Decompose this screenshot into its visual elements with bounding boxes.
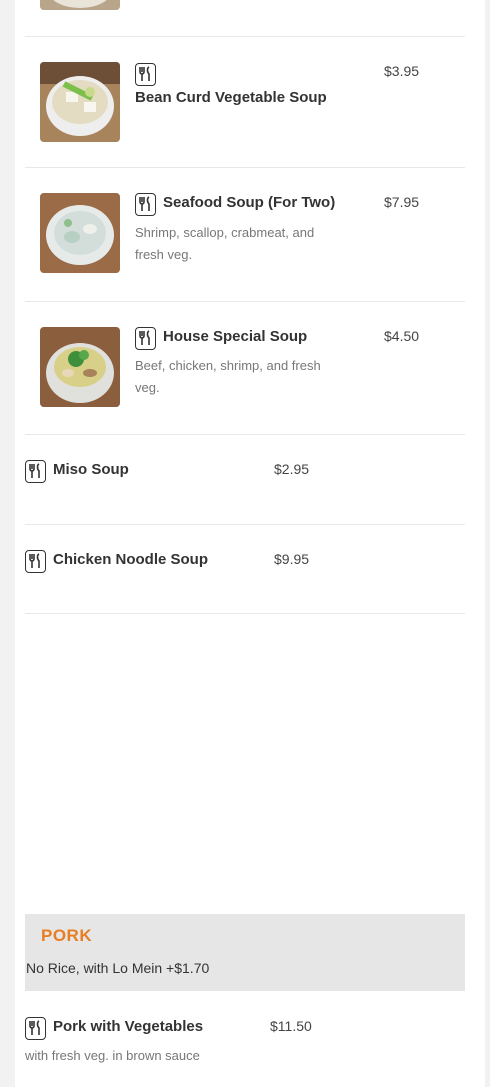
seafood-soup-photo[interactable] — [40, 193, 120, 273]
menu-item-price: $3.95 — [384, 63, 420, 79]
menu-item-name: House Special Soup — [163, 328, 308, 345]
divider — [25, 167, 465, 168]
menu-item-description: Beef, chicken, shrimp, and fresh veg. — [135, 358, 321, 395]
menu-item-description: Shrimp, scallop, crabmeat, and fresh veg… — [135, 225, 315, 262]
menu-page: Bean Curd Vegetable Soup $3.95 Seafood S… — [15, 0, 485, 1087]
fork-knife-icon — [135, 327, 156, 350]
menu-item-name: Seafood Soup (For Two) — [163, 194, 336, 211]
menu-item-price: $4.50 — [384, 328, 420, 344]
house-special-soup-photo[interactable] — [40, 327, 120, 407]
section-note: No Rice, with Lo Mein +$1.70 — [26, 960, 210, 976]
divider — [25, 524, 465, 525]
fork-knife-icon — [135, 193, 156, 216]
fork-knife-icon — [25, 550, 46, 573]
previous-item-photo[interactable] — [40, 0, 120, 10]
fork-knife-icon — [135, 63, 156, 86]
divider — [25, 36, 465, 37]
fork-knife-icon — [25, 1017, 46, 1040]
menu-item-name: Chicken Noodle Soup — [53, 551, 209, 568]
menu-item-price: $11.50 — [270, 1018, 312, 1034]
bean-curd-soup-photo[interactable] — [40, 62, 120, 142]
divider — [25, 613, 465, 614]
menu-item-price: $9.95 — [274, 551, 310, 567]
menu-item-name: Pork with Vegetables — [53, 1018, 204, 1035]
section-title: PORK — [41, 926, 93, 945]
divider — [25, 434, 465, 435]
menu-item-description: with fresh veg. in brown sauce — [25, 1048, 200, 1063]
section-header: PORK No Rice, with Lo Mein +$1.70 — [25, 914, 465, 991]
menu-item-price: $2.95 — [274, 461, 310, 477]
fork-knife-icon — [25, 460, 46, 483]
divider — [25, 301, 465, 302]
menu-item-name: Bean Curd Vegetable Soup — [135, 89, 327, 106]
menu-item-name: Miso Soup — [53, 461, 129, 478]
menu-item-price: $7.95 — [384, 194, 420, 210]
